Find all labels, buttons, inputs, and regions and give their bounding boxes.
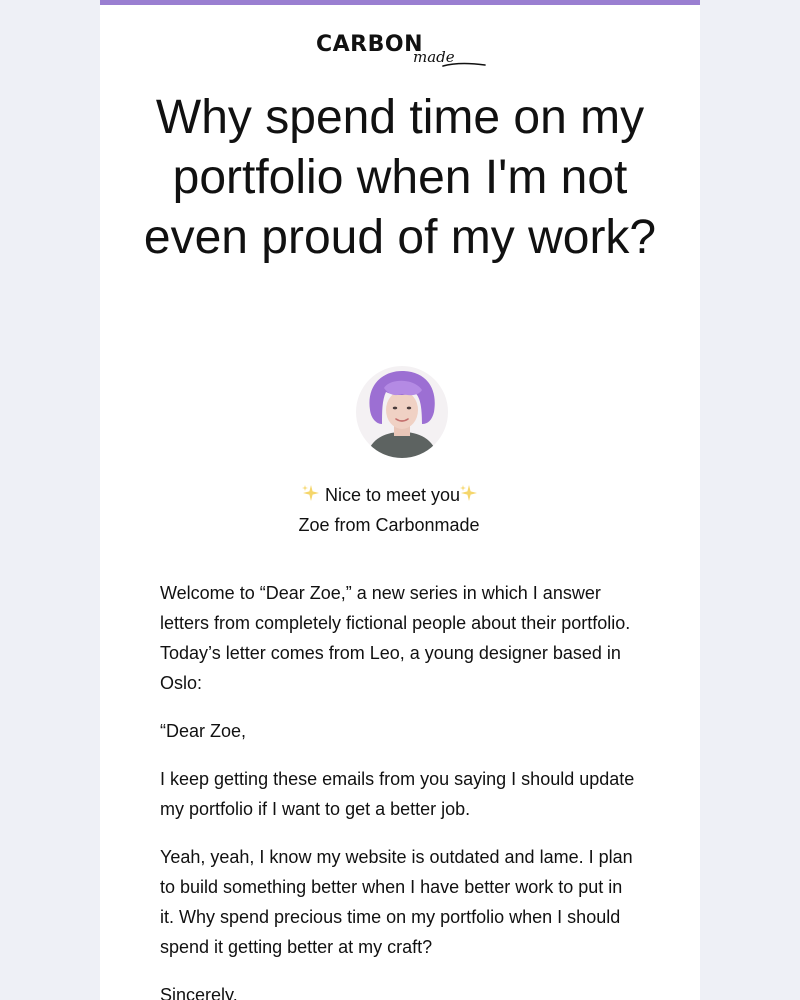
email-headline: Why spend time on my portfolio when I'm … — [143, 91, 657, 264]
paragraph-outdated-website: Yeah, yeah, I know my website is outdate… — [160, 847, 633, 957]
logo-swash-icon — [442, 62, 486, 67]
letter-body: Welcome to “Dear Zoe,” a new series in w… — [160, 578, 640, 1000]
greeting-line: Nice to meet you — [200, 480, 580, 510]
accent-top-bar — [100, 0, 700, 5]
paragraph-emails: I keep getting these emails from you say… — [160, 769, 635, 819]
greeting-text: Nice to meet you — [324, 485, 461, 505]
zoe-portrait-icon — [356, 366, 448, 458]
avatar — [356, 366, 448, 458]
sender-line: Zoe from Carbonmade — [298, 515, 480, 535]
carbonmade-logo[interactable]: CARBON made — [316, 32, 486, 72]
paragraph-signoff: Sincerely, — [160, 985, 238, 1000]
logo-word: CARBON — [316, 32, 423, 57]
email-card: CARBON made Why spend time on my portfol… — [100, 0, 700, 1000]
paragraph-salutation: “Dear Zoe, — [160, 721, 247, 741]
sparkles-icon — [460, 485, 478, 501]
paragraph-welcome: Welcome to “Dear Zoe,” a new series in w… — [160, 583, 631, 693]
sparkles-icon — [301, 485, 319, 501]
